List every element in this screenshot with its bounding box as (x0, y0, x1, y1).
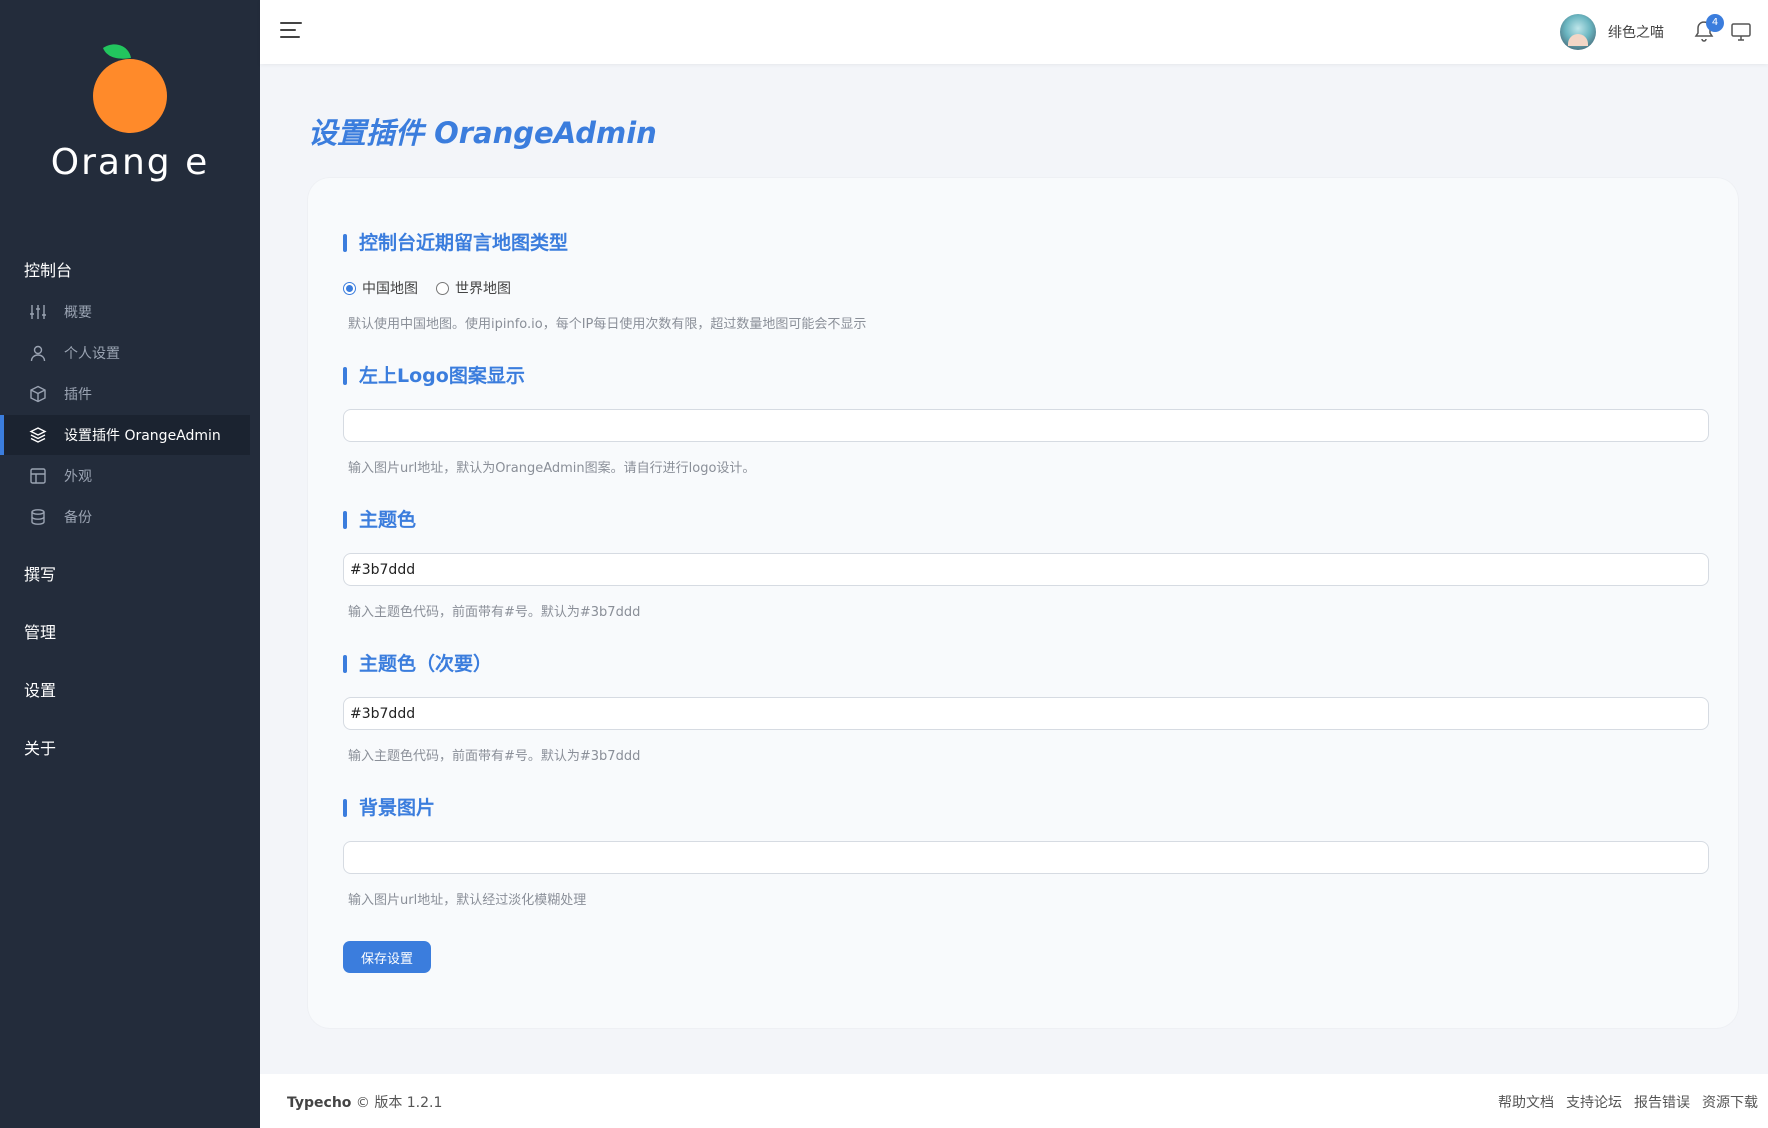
sidebar-item-label: 备份 (64, 510, 92, 526)
radio-label: 中国地图 (362, 281, 418, 297)
sidebar-item-appearance[interactable]: 外观 (0, 456, 250, 496)
radio-world-map[interactable]: 世界地图 (436, 278, 511, 298)
background-url-input[interactable] (343, 841, 1709, 874)
section-title-theme-color: 主题色 (343, 505, 416, 532)
radio-unchecked-icon[interactable] (436, 281, 449, 295)
sidebar-item-backup[interactable]: 备份 (0, 497, 250, 537)
radio-checked-icon[interactable] (343, 281, 356, 295)
footer-brand-link[interactable]: Typecho (287, 1095, 351, 1111)
radio-label: 世界地图 (455, 281, 511, 297)
user-icon (28, 343, 48, 363)
sidebar-item-overview[interactable]: 概要 (0, 292, 250, 332)
sidebar-item-plugins[interactable]: 插件 (0, 374, 250, 414)
footer-link-help-docs[interactable]: 帮助文档 (1498, 1092, 1554, 1112)
nav-group-settings[interactable]: 设置 (24, 677, 56, 701)
footer-version-text: © 版本 1.2.1 (355, 1095, 443, 1111)
footer-links: 帮助文档 支持论坛 报告错误 资源下载 (1486, 1092, 1758, 1112)
logo-hint: 输入图片url地址，默认为OrangeAdmin图案。请自行进行logo设计。 (348, 461, 756, 476)
notifications-button[interactable]: 4 (1694, 14, 1724, 44)
menu-toggle-icon[interactable] (280, 22, 302, 42)
notification-count-badge: 4 (1706, 14, 1724, 32)
theme-color-hint: 输入主题色代码，前面带有#号。默认为#3b7ddd (348, 605, 641, 620)
package-icon (28, 384, 48, 404)
theme-color-secondary-input[interactable] (343, 697, 1709, 730)
theme-color-input[interactable] (343, 553, 1709, 586)
background-hint: 输入图片url地址，默认经过淡化模糊处理 (348, 893, 587, 908)
map-type-hint: 默认使用中国地图。使用ipinfo.io，每个IP每日使用次数有限，超过数量地图… (348, 317, 867, 332)
topbar: 绯色之喵 4 (260, 0, 1768, 64)
orange-logo-icon (93, 44, 167, 133)
display-button[interactable] (1730, 22, 1752, 42)
database-icon (28, 507, 48, 527)
logo-url-input[interactable] (343, 409, 1709, 442)
username: 绯色之喵 (1608, 25, 1664, 41)
nav-group-console[interactable]: 控制台 (24, 257, 72, 281)
nav-group-write[interactable]: 撰写 (24, 561, 56, 585)
footer-link-report-bug[interactable]: 报告错误 (1634, 1092, 1690, 1112)
logo-text: Orang e (50, 142, 210, 183)
nav-group-about[interactable]: 关于 (24, 735, 56, 759)
sliders-icon (28, 302, 48, 322)
layout-icon (28, 466, 48, 486)
layers-icon (28, 425, 48, 445)
sidebar-item-label: 个人设置 (64, 346, 120, 362)
sidebar-item-profile[interactable]: 个人设置 (0, 333, 250, 373)
sidebar-item-label: 外观 (64, 469, 92, 485)
section-title-logo: 左上Logo图案显示 (343, 361, 525, 388)
section-title-theme-color-secondary: 主题色（次要） (343, 649, 492, 676)
sidebar-item-plugin-settings[interactable]: 设置插件 OrangeAdmin (0, 415, 250, 455)
monitor-icon (1731, 23, 1751, 41)
footer-link-support-forum[interactable]: 支持论坛 (1566, 1092, 1622, 1112)
radio-china-map[interactable]: 中国地图 (343, 278, 418, 298)
footer-version: Typecho © 版本 1.2.1 (287, 1092, 442, 1112)
theme-color-secondary-hint: 输入主题色代码，前面带有#号。默认为#3b7ddd (348, 749, 641, 764)
sidebar: Orang e 控制台 概要 个人设置 插件 设置插件 OrangeAdmin … (0, 0, 260, 1128)
sidebar-item-label: 插件 (64, 387, 92, 403)
avatar (1560, 14, 1596, 50)
footer: Typecho © 版本 1.2.1 帮助文档 支持论坛 报告错误 资源下载 (260, 1074, 1768, 1128)
settings-card: 控制台近期留言地图类型 中国地图 世界地图 默认使用中国地图。使用ipinfo.… (308, 178, 1738, 1028)
section-title-background: 背景图片 (343, 793, 435, 820)
section-title-map-type: 控制台近期留言地图类型 (343, 228, 568, 255)
nav-group-manage[interactable]: 管理 (24, 619, 56, 643)
user-menu[interactable]: 绯色之喵 (1560, 14, 1664, 50)
save-settings-button[interactable]: 保存设置 (343, 941, 431, 973)
page-title: 设置插件 OrangeAdmin (308, 116, 657, 150)
sidebar-item-label: 概要 (64, 305, 92, 321)
footer-link-downloads[interactable]: 资源下载 (1702, 1092, 1758, 1112)
sidebar-item-label: 设置插件 OrangeAdmin (64, 428, 221, 444)
map-type-radio-group: 中国地图 世界地图 (343, 278, 529, 298)
logo[interactable]: Orang e (0, 40, 260, 183)
